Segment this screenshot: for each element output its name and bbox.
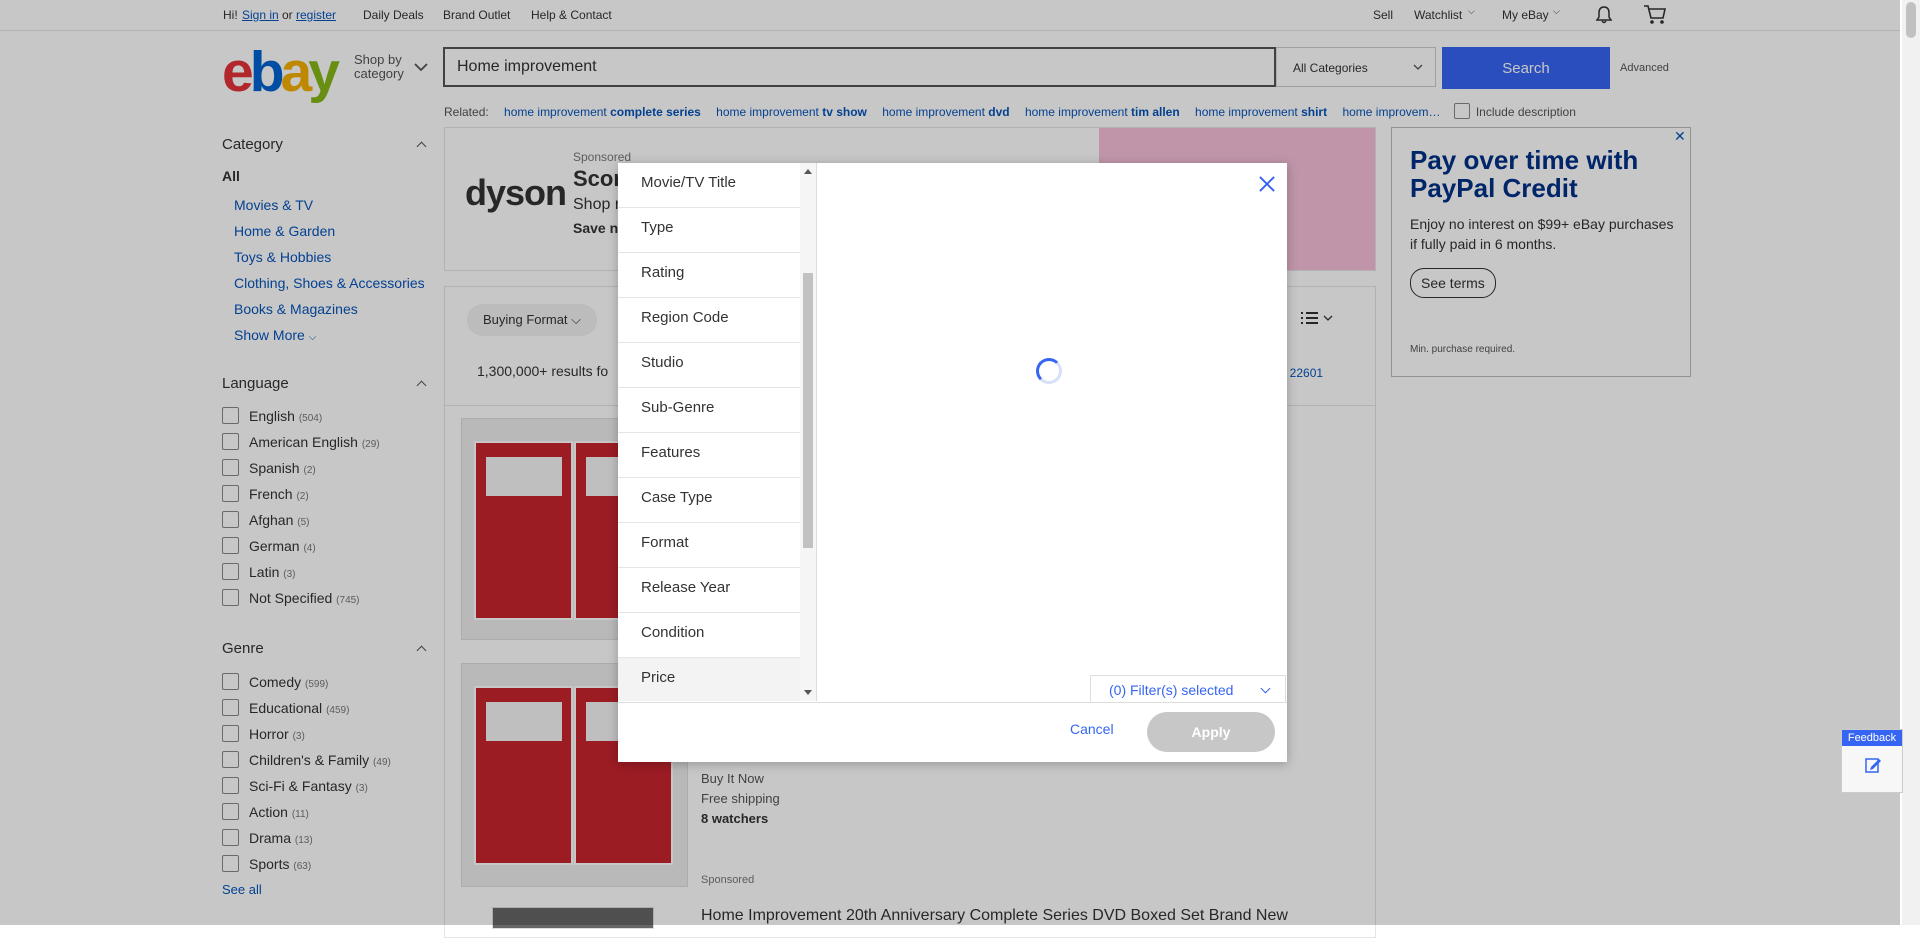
aspect-item[interactable]: Movie/TV Title	[618, 163, 800, 208]
aspect-list: Movie/TV Title Type Rating Region Code S…	[618, 163, 801, 701]
chevron-down-icon	[1260, 683, 1271, 694]
filters-selected-toggle[interactable]: (0) Filter(s) selected	[1090, 675, 1286, 703]
aspect-item[interactable]: Features	[618, 433, 800, 478]
aspect-item-active[interactable]: Price	[618, 658, 800, 701]
feedback-widget[interactable]: Feedback	[1841, 729, 1903, 793]
aspect-item[interactable]: Type	[618, 208, 800, 253]
cancel-button[interactable]: Cancel	[1070, 721, 1114, 737]
aspect-item[interactable]: Condition	[618, 613, 800, 658]
aspect-item[interactable]: Format	[618, 523, 800, 568]
filter-dialog: Movie/TV Title Type Rating Region Code S…	[618, 163, 1287, 762]
feedback-label: Feedback	[1842, 730, 1902, 746]
close-icon[interactable]	[1258, 175, 1276, 193]
aspect-list-scrollbar-thumb[interactable]	[803, 273, 813, 548]
scroll-down-arrow-icon[interactable]	[804, 690, 812, 695]
loading-spinner-icon	[1036, 358, 1062, 384]
page-scrollbar-thumb[interactable]	[1906, 2, 1916, 38]
aspect-item[interactable]: Case Type	[618, 478, 800, 523]
aspect-item[interactable]: Region Code	[618, 298, 800, 343]
dialog-footer: Cancel Apply	[618, 702, 1287, 763]
aspect-item[interactable]: Release Year	[618, 568, 800, 613]
aspect-item[interactable]: Rating	[618, 253, 800, 298]
filters-selected-label: (0) Filter(s) selected	[1109, 682, 1234, 698]
page-scrollbar[interactable]	[1902, 0, 1920, 925]
apply-button[interactable]: Apply	[1147, 712, 1275, 752]
scroll-up-arrow-icon[interactable]	[804, 169, 812, 174]
aspect-item[interactable]: Sub-Genre	[618, 388, 800, 433]
aspect-list-scrollbar[interactable]	[800, 163, 817, 701]
edit-icon	[1865, 758, 1881, 773]
aspect-item[interactable]: Studio	[618, 343, 800, 388]
